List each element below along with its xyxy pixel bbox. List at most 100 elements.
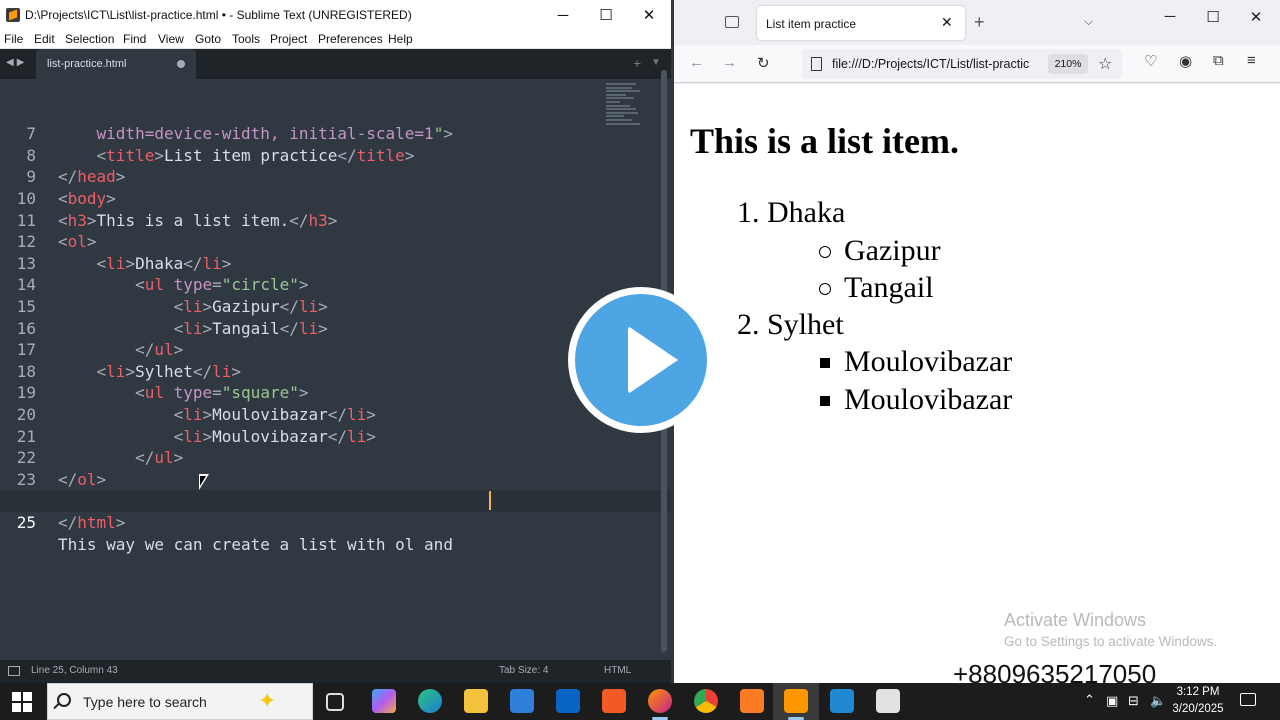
brave-icon[interactable] (602, 689, 626, 713)
copilot-icon[interactable] (372, 689, 396, 713)
menu-file[interactable]: File (4, 32, 23, 46)
menu-project[interactable]: Project (270, 32, 307, 46)
bookmark-star-icon[interactable]: ☆ (1098, 54, 1112, 74)
code-line: 12 <li>Dhaka</li> (0, 210, 671, 273)
firefox-tabbar: List item practice ✕ + ⌵ ─ ☐ ✕ (674, 0, 1280, 45)
back-arrow-icon[interactable]: ← (689, 54, 704, 71)
sublime-text-icon[interactable] (784, 689, 808, 713)
menu-preferences[interactable]: Preferences (318, 32, 383, 46)
code-line: 10 <h3>This is a list item.</h3> (0, 166, 671, 230)
ordered-list-item: 1. Dhaka (737, 196, 846, 229)
code-line: 15 <li>Tangail</li> (0, 274, 671, 338)
typed-text: This way we can create a list with ol an… (58, 534, 463, 554)
clock-time[interactable]: 3:12 PM (1172, 686, 1224, 698)
account-icon[interactable]: ◉ (1179, 52, 1192, 70)
edge-icon[interactable] (418, 689, 442, 713)
code-line: width=device-width, initial-scale=1"> (96, 124, 453, 144)
unsaved-dot-icon[interactable] (177, 60, 185, 68)
code-line: 21 </ul> (0, 404, 671, 468)
tray-overflow-icon[interactable]: ⌃ (1084, 692, 1095, 708)
code-line: 16 </ul> (0, 296, 671, 360)
menu-tools[interactable]: Tools (232, 32, 260, 46)
reload-icon[interactable]: ↻ (757, 54, 770, 72)
menu-help[interactable]: Help (388, 32, 413, 46)
activate-windows-title: Activate Windows (1004, 610, 1147, 630)
volume-icon[interactable]: 🔈 (1150, 693, 1166, 709)
snipping-tool-icon[interactable] (876, 689, 900, 713)
video-play-button[interactable] (568, 287, 714, 433)
code-line: 17 <li>Sylhet</li> (0, 318, 671, 381)
page-file-icon (811, 57, 822, 71)
tab-list-chevron-icon[interactable]: ▼ (651, 57, 661, 68)
sublime-close-button[interactable]: ✕ (627, 0, 671, 30)
code-line: 8 </head> (0, 123, 671, 187)
sublime-titlebar[interactable]: D:\Projects\ICT\List\list-practice.html … (0, 0, 671, 30)
minimap[interactable] (606, 83, 646, 131)
task-view-icon[interactable] (326, 693, 344, 711)
code-line: 13 <ul type="circle"> (0, 231, 671, 295)
code-line: 7 <title>List item practice</title> (0, 102, 671, 165)
activate-windows-subtitle: Go to Settings to activate Windows. (1004, 634, 1218, 649)
clock-date[interactable]: 3/20/2025 (1168, 703, 1228, 715)
square-bullet-icon (820, 358, 830, 368)
circle-bullet-icon (819, 246, 831, 258)
search-placeholder: Type here to search (83, 694, 207, 710)
play-button-circle (575, 294, 707, 426)
menu-edit[interactable]: Edit (34, 32, 55, 46)
microsoft-store-icon[interactable] (510, 689, 534, 713)
sublime-menubar: File Edit Selection Find View Goto Tools… (0, 30, 671, 49)
code-line: 23 </body> (0, 447, 671, 511)
address-bar[interactable]: file:///D:/Projects/ICT/List/list-practi… (802, 49, 1122, 79)
extensions-icon[interactable]: ⧉ (1213, 52, 1224, 69)
file-explorer-icon[interactable] (464, 689, 488, 713)
status-tab-size[interactable]: Tab Size: 4 (499, 665, 548, 676)
windows-start-icon[interactable] (12, 692, 32, 712)
firefox-minimize-button[interactable]: ─ (1150, 8, 1190, 38)
network-icon[interactable]: ⊟ (1128, 693, 1139, 709)
square-bullet-icon (820, 396, 830, 406)
panel-toggle-icon[interactable] (8, 666, 20, 676)
menu-hamburger-icon[interactable]: ≡ (1247, 52, 1256, 69)
tab-label: list-practice.html (47, 58, 127, 70)
new-tab-icon[interactable]: + (974, 12, 985, 33)
chrome-icon[interactable] (694, 689, 718, 713)
code-line: 9 <body> (0, 145, 671, 208)
page-content: This is a list item. 1. Dhaka Gazipur Ta… (674, 84, 1280, 689)
taskbar-search-box[interactable]: Type here to search ✦ (47, 683, 313, 720)
code-line: 14 <li>Gazipur</li> (0, 253, 671, 316)
outlook-icon[interactable] (556, 689, 580, 713)
menu-selection[interactable]: Selection (65, 32, 114, 46)
firefox-view-icon[interactable] (725, 16, 739, 28)
firefox-maximize-button[interactable]: ☐ (1193, 8, 1233, 38)
menu-view[interactable]: View (158, 32, 184, 46)
tab-nav-arrows-icon[interactable]: ◀▶ (6, 57, 27, 68)
sublime-maximize-button[interactable]: ☐ (584, 0, 628, 30)
pocket-icon[interactable]: ♡ (1144, 52, 1157, 70)
list-all-tabs-chevron-icon[interactable]: ⌵ (1084, 14, 1093, 29)
xampp-icon[interactable] (740, 689, 764, 713)
url-text[interactable]: file:///D:/Projects/ICT/List/list-practi… (832, 57, 1044, 71)
zoom-level-badge[interactable]: 210% (1048, 54, 1088, 74)
mouse-pointer-icon (199, 474, 209, 490)
firefox-close-button[interactable]: ✕ (1236, 8, 1276, 38)
new-tab-plus-icon[interactable]: + (633, 55, 641, 71)
firefox-window[interactable]: List item practice ✕ + ⌵ ─ ☐ ✕ ← → ↻ fil… (671, 0, 1280, 689)
browser-tab[interactable]: List item practice ✕ (757, 6, 965, 40)
tab-close-icon[interactable]: ✕ (941, 14, 953, 31)
sublime-minimize-button[interactable]: ─ (541, 0, 585, 30)
line-number: 25 (16, 512, 36, 532)
unordered-list-item: Moulovibazar (844, 383, 1013, 416)
meet-now-icon[interactable]: ▣ (1106, 693, 1118, 709)
search-highlight-icon[interactable]: ✦ (258, 688, 276, 714)
menu-goto[interactable]: Goto (195, 32, 221, 46)
status-syntax[interactable]: HTML (604, 665, 631, 676)
unordered-list-item: Moulovibazar (844, 345, 1013, 378)
firefox-icon[interactable] (648, 689, 672, 713)
forward-arrow-icon[interactable]: → (722, 54, 737, 71)
code-line: 24 </html> (0, 469, 671, 532)
menu-find[interactable]: Find (123, 32, 146, 46)
search-icon (57, 693, 71, 707)
vscode-icon[interactable] (830, 689, 854, 713)
tab-list-practice[interactable]: list-practice.html (36, 49, 196, 79)
notification-center-icon[interactable] (1240, 693, 1256, 706)
